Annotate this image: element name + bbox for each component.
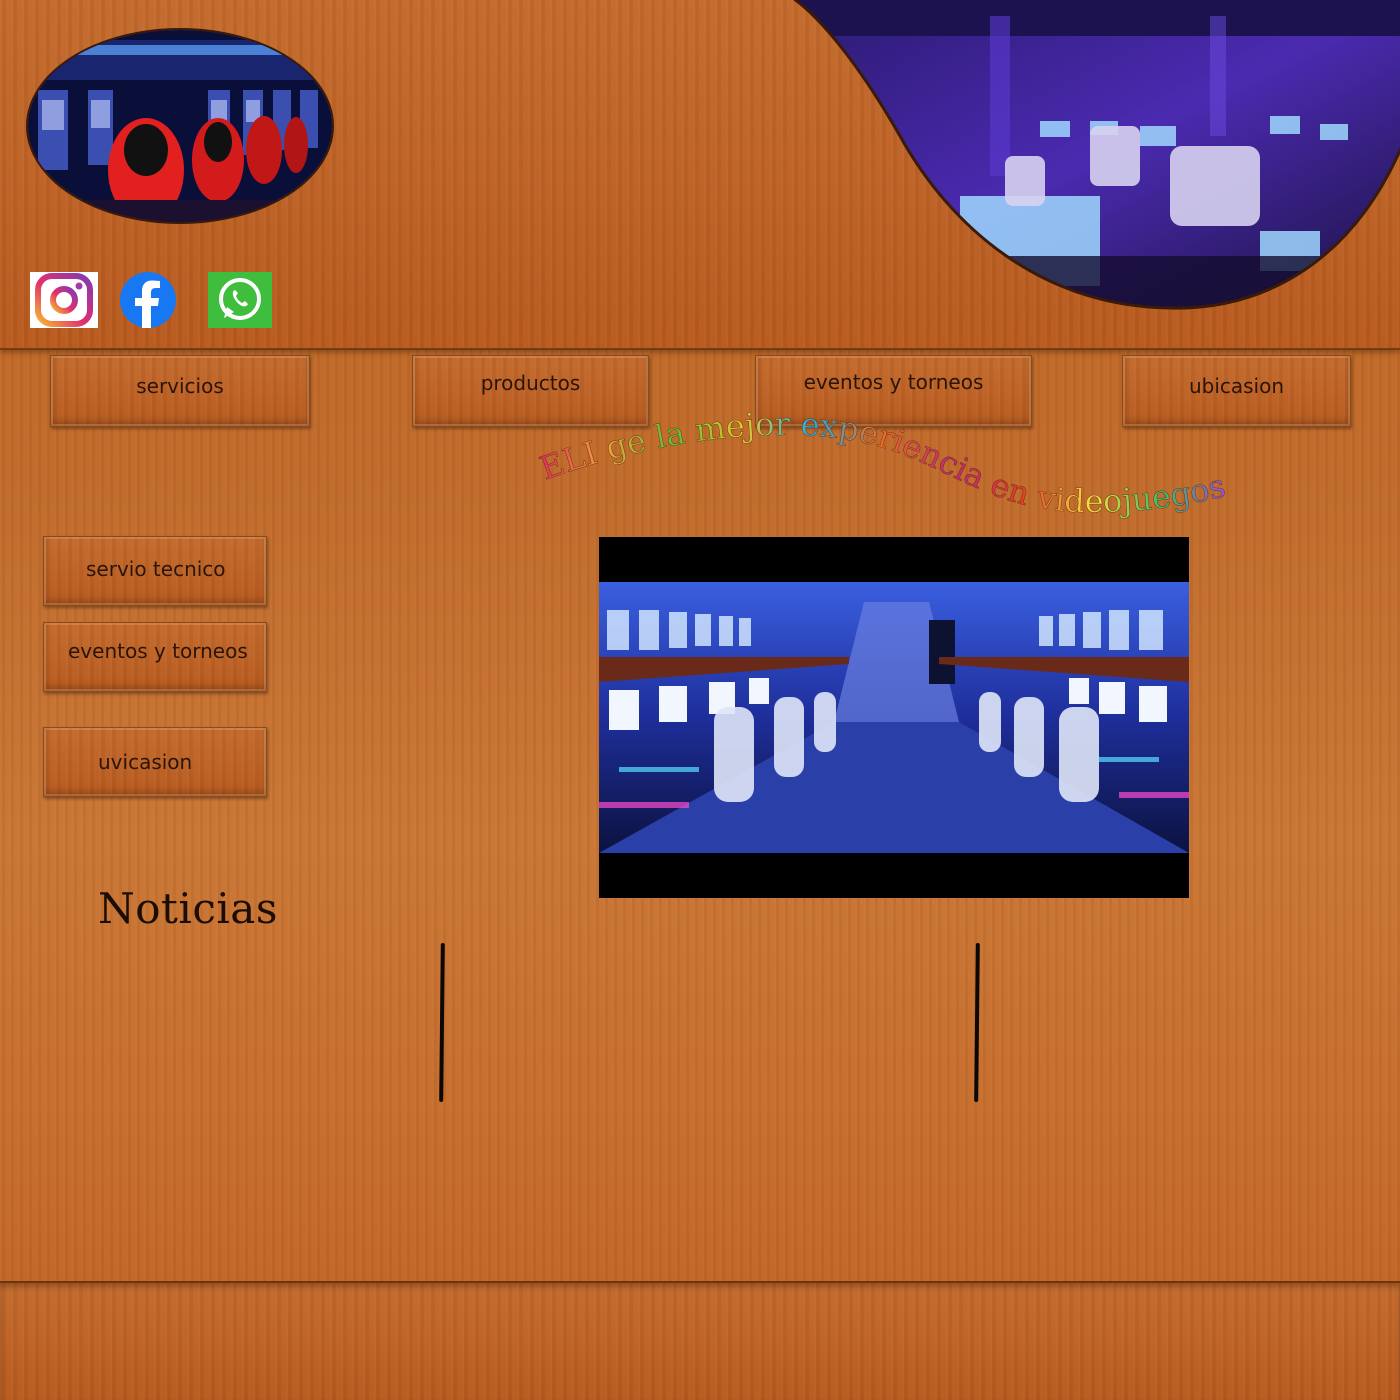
tagline: ELI ge la mejor experiencia en videojueg…	[535, 405, 1229, 521]
gaming-room-image	[599, 582, 1189, 853]
news-title: Noticias	[98, 884, 278, 933]
footer	[0, 1281, 1400, 1400]
divider-line	[439, 942, 445, 1103]
sidebar-eventos-button[interactable]: eventos y torneos	[43, 622, 267, 692]
video-player[interactable]	[599, 537, 1189, 898]
svg-text:ELI ge la mejor experiencia en: ELI ge la mejor experiencia en videojueg…	[535, 405, 1229, 520]
nav-label: servicios	[136, 374, 224, 398]
hero-image	[790, 0, 1400, 310]
nav-servicios-button[interactable]: servicios	[50, 355, 310, 427]
sidebar-item-label: eventos y torneos	[68, 639, 248, 663]
instagram-icon[interactable]	[30, 272, 98, 330]
facebook-icon[interactable]	[116, 272, 180, 330]
whatsapp-icon[interactable]	[208, 272, 272, 330]
divider-line	[974, 942, 980, 1103]
arcade-scene-icon	[28, 30, 332, 222]
sidebar-uvicasion-button[interactable]: uvicasion	[43, 727, 267, 797]
sidebar-servicio-tecnico-button[interactable]: servio tecnico	[43, 536, 267, 606]
sidebar-item-label: servio tecnico	[86, 557, 226, 581]
header	[0, 0, 1400, 350]
sidebar-item-label: uvicasion	[98, 750, 193, 774]
logo-image[interactable]	[26, 28, 334, 224]
tagline-text: ELI ge la mejor experiencia en videojueg…	[535, 405, 1229, 521]
